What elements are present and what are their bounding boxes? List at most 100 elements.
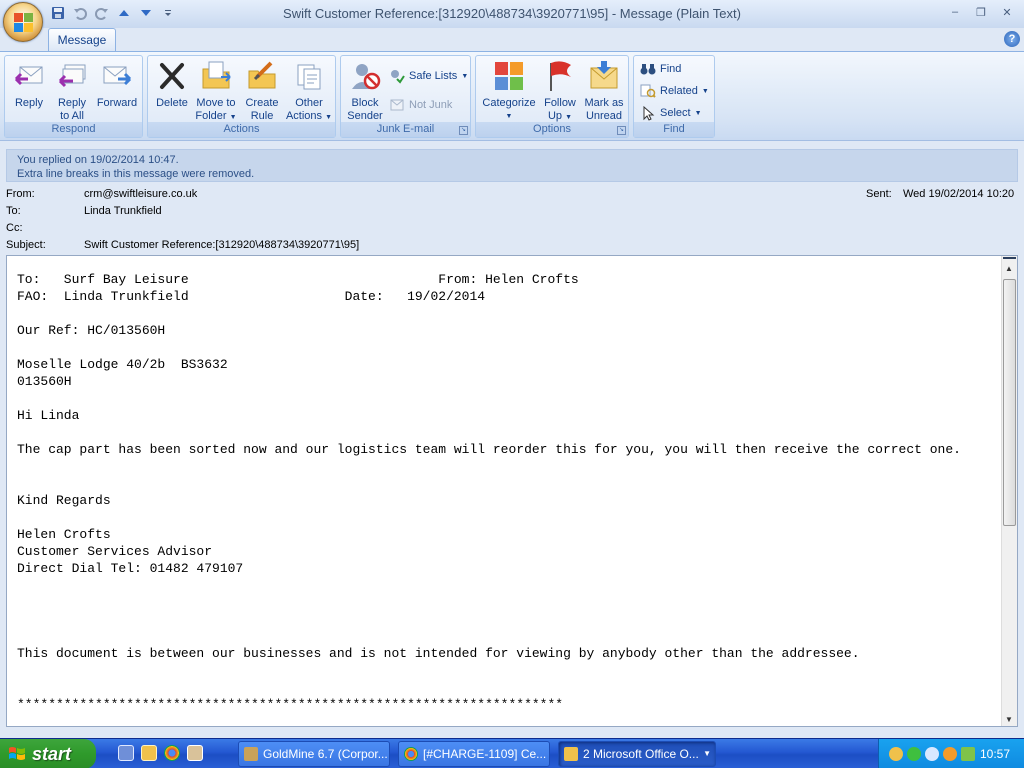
ribbon: Reply Reply to All Forward Respond Delet… — [0, 51, 1024, 141]
message-body-pane[interactable]: To: Surf Bay Leisure From: Helen Crofts … — [6, 255, 1018, 727]
not-junk-icon — [390, 99, 404, 111]
select-button[interactable]: Select ▼ — [640, 104, 702, 122]
junk-email-dialog-launcher-icon[interactable]: ↘ — [459, 126, 468, 135]
move-to-folder-button[interactable]: Move to Folder ▼ — [193, 59, 239, 124]
tray-network-icon[interactable] — [961, 747, 975, 761]
select-dropdown-icon: ▼ — [694, 109, 702, 117]
reply-all-button[interactable]: Reply to All — [52, 59, 92, 123]
follow-up-button[interactable]: Follow Up ▼ — [539, 59, 581, 124]
message-body-text[interactable]: To: Surf Bay Leisure From: Helen Crofts … — [17, 271, 1002, 713]
start-button[interactable]: start — [0, 739, 96, 768]
create-rule-button[interactable]: Create Rule — [240, 59, 284, 123]
minimize-button[interactable]: – — [944, 4, 966, 20]
chrome-task-icon — [404, 747, 418, 761]
save-icon[interactable] — [50, 5, 66, 21]
move-label-1: Move to — [196, 97, 236, 109]
previous-item-icon[interactable] — [116, 5, 132, 21]
create-rule-label-1: Create — [245, 97, 279, 109]
find-group-label: Find — [634, 122, 714, 137]
respond-group: Reply Reply to All Forward Respond — [4, 55, 143, 138]
forward-label: Forward — [96, 97, 138, 109]
app-icon[interactable] — [187, 745, 203, 761]
redo-icon[interactable] — [94, 5, 110, 21]
reply-label: Reply — [14, 97, 44, 109]
chrome-icon[interactable] — [164, 745, 180, 761]
forward-icon — [100, 59, 134, 93]
create-rule-icon — [245, 59, 279, 93]
clock[interactable]: 10:57 — [980, 747, 1010, 761]
related-button[interactable]: Related ▼ — [640, 82, 709, 100]
find-group: Find Related ▼ Select ▼ Find — [633, 55, 715, 138]
task-outlook[interactable]: 2 Microsoft Office O... ▼ — [558, 741, 716, 767]
mark-as-unread-button[interactable]: Mark as Unread — [582, 59, 626, 123]
desktop-icon[interactable] — [118, 745, 134, 761]
scroll-up-arrow-icon[interactable]: ▲ — [1005, 264, 1013, 273]
quick-launch — [118, 745, 203, 761]
categorize-label: Categorize — [482, 97, 536, 109]
mark-unread-icon — [587, 59, 621, 93]
outlook-icon[interactable] — [141, 745, 157, 761]
next-item-icon[interactable] — [138, 5, 154, 21]
to-label: To: — [6, 205, 21, 217]
to-value[interactable]: Linda Trunkfield — [84, 205, 162, 217]
customize-toolbar-icon[interactable] — [160, 5, 176, 21]
safe-lists-button[interactable]: Safe Lists ▼ — [389, 67, 468, 85]
categorize-icon — [492, 59, 526, 93]
safe-lists-dropdown-icon: ▼ — [461, 72, 469, 80]
office-button[interactable] — [3, 2, 43, 42]
reply-button[interactable]: Reply — [9, 59, 49, 110]
other-actions-button[interactable]: Other Actions ▼ — [285, 59, 333, 124]
options-dialog-launcher-icon[interactable]: ↘ — [617, 126, 626, 135]
delete-button[interactable]: Delete — [152, 59, 192, 110]
reply-all-icon — [55, 59, 89, 93]
tray-search-icon[interactable] — [925, 747, 939, 761]
block-sender-button[interactable]: Block Sender — [343, 59, 387, 123]
safe-lists-label: Safe Lists — [409, 70, 458, 82]
system-tray: 10:57 — [878, 739, 1024, 768]
find-button[interactable]: Find — [640, 60, 681, 78]
window-controls: – ❐ ✕ — [944, 4, 1018, 20]
not-junk-button[interactable]: Not Junk — [389, 96, 452, 114]
scrollbar-thumb[interactable] — [1003, 279, 1016, 526]
categorize-button[interactable]: Categorize ▼ — [480, 59, 538, 123]
info-bar[interactable]: You replied on 19/02/2014 10:47. Extra l… — [6, 149, 1018, 182]
task-chrome[interactable]: [#CHARGE-1109] Ce... — [398, 741, 550, 767]
tray-status-icon[interactable] — [907, 747, 921, 761]
reply-all-label-1: Reply — [57, 97, 87, 109]
other-actions-dropdown-icon: ▼ — [325, 114, 333, 121]
find-label: Find — [660, 63, 682, 75]
follow-up-label-2: Up — [547, 110, 563, 122]
tray-outlook-icon[interactable] — [889, 747, 903, 761]
from-value[interactable]: crm@swiftleisure.co.uk — [84, 188, 197, 200]
goldmine-icon — [244, 747, 258, 761]
tray-app-icon[interactable] — [943, 747, 957, 761]
related-icon — [640, 84, 656, 98]
task-goldmine-label: GoldMine 6.7 (Corpor... — [263, 747, 388, 761]
taskbar: start GoldMine 6.7 (Corpor... [#CHARGE-1… — [0, 738, 1024, 768]
vertical-scrollbar[interactable]: ▲ ▼ — [1001, 256, 1017, 726]
actions-group: Delete Move to Folder ▼ Create Rule Othe… — [147, 55, 336, 138]
windows-flag-icon — [9, 747, 25, 760]
task-chrome-label: [#CHARGE-1109] Ce... — [423, 747, 547, 761]
close-button[interactable]: ✕ — [996, 4, 1018, 20]
move-dropdown-icon: ▼ — [229, 114, 237, 121]
scroll-top-icon[interactable] — [1003, 257, 1016, 262]
outlook-message-window: Swift Customer Reference:[312920\488734\… — [0, 0, 1024, 768]
subject-label: Subject: — [6, 239, 46, 251]
respond-group-label: Respond — [5, 122, 142, 137]
block-sender-icon — [348, 59, 382, 93]
restore-button[interactable]: ❐ — [970, 4, 992, 20]
undo-icon[interactable] — [72, 5, 88, 21]
info-replied: You replied on 19/02/2014 10:47. — [17, 154, 179, 166]
tab-message[interactable]: Message — [48, 28, 116, 52]
forward-button[interactable]: Forward — [93, 59, 141, 110]
scroll-down-arrow-icon[interactable]: ▼ — [1005, 715, 1013, 724]
help-icon[interactable]: ? — [1004, 31, 1020, 47]
ribbon-tab-row: Message ? — [0, 28, 1024, 52]
task-goldmine[interactable]: GoldMine 6.7 (Corpor... — [238, 741, 390, 767]
related-label: Related — [660, 85, 698, 97]
cc-label: Cc: — [6, 222, 23, 234]
task-group-dropdown-icon[interactable]: ▼ — [703, 742, 711, 766]
block-sender-label-1: Block — [351, 97, 379, 109]
title-bar: Swift Customer Reference:[312920\488734\… — [0, 0, 1024, 28]
